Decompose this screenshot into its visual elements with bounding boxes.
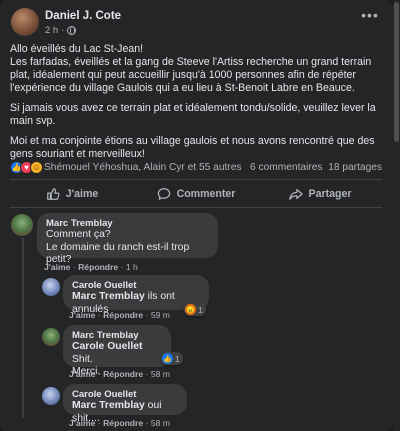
- comment-author[interactable]: Marc Tremblay: [46, 218, 209, 229]
- share-label: Partager: [308, 188, 352, 200]
- comment-actions: J'aime · Répondre · 1 h: [44, 262, 138, 272]
- scrollbar[interactable]: [393, 0, 400, 431]
- replier-avatar[interactable]: [42, 387, 60, 405]
- reply-actions: J'aime · Répondre · 58 m: [69, 369, 170, 379]
- post-paragraph: Allo éveillés du Lac St-Jean! Les farfad…: [10, 43, 372, 94]
- reply-time[interactable]: 58 m: [151, 369, 170, 379]
- post-card: Daniel J. Cote 2 h · ••• Allo éveillés d…: [0, 0, 393, 431]
- like-reaction-icon: 👍: [162, 353, 173, 364]
- mention-tag[interactable]: Marc Tremblay: [72, 291, 145, 302]
- scrollbar-thumb[interactable]: [394, 2, 399, 142]
- comment-share-counts: 6 commentaires 18 partages: [250, 162, 382, 173]
- mention-tag[interactable]: Carole Ouellet: [72, 341, 142, 352]
- reply-reply-link[interactable]: Répondre: [103, 418, 143, 428]
- reply-bubble: Carole Ouellet Marc Tremblay oui shit...…: [63, 384, 187, 424]
- reply-author[interactable]: Carole Ouellet: [72, 280, 200, 291]
- reply-reply-link[interactable]: Répondre: [103, 310, 143, 320]
- comment-time[interactable]: 1 h: [126, 262, 138, 272]
- reply-body: Shit.: [72, 353, 93, 365]
- angry-reaction-icon: 😠: [185, 304, 196, 315]
- reply-time[interactable]: 58 m: [151, 418, 170, 428]
- divider: [10, 179, 382, 180]
- thumbs-up-icon: [46, 188, 60, 200]
- comment-icon: [157, 188, 170, 200]
- post-meta: 2 h ·: [45, 25, 77, 36]
- reply-time[interactable]: 59 m: [151, 310, 170, 320]
- separator: ·: [97, 418, 101, 428]
- reaction-count: 1: [198, 304, 203, 315]
- post-paragraph: Moi et ma conjointe étions au village ga…: [10, 135, 375, 160]
- comment-reply-link[interactable]: Répondre: [78, 262, 118, 272]
- comment-bubble: Marc Tremblay Comment ça? Le domaine du …: [37, 213, 218, 265]
- reply-reaction-badge[interactable]: 😠 1: [184, 303, 206, 316]
- divider: [10, 207, 382, 208]
- separator: ·: [72, 262, 76, 272]
- comment-like-link[interactable]: J'aime: [44, 262, 70, 272]
- post-body: Allo éveillés du Lac St-Jean! Les farfad…: [10, 43, 386, 168]
- reply-actions: J'aime · Répondre · 58 m: [69, 418, 170, 428]
- care-reaction-icon: ☺: [30, 160, 43, 174]
- separator: ·: [97, 310, 101, 320]
- share-button[interactable]: Partager: [258, 181, 382, 207]
- reply-like-link[interactable]: J'aime: [69, 369, 95, 379]
- share-icon: [288, 189, 303, 200]
- mention-tag[interactable]: Marc Tremblay: [72, 400, 145, 411]
- reply-author[interactable]: Carole Ouellet: [72, 389, 178, 400]
- reply-reaction-badge[interactable]: 👍 1: [161, 352, 183, 365]
- reply-like-link[interactable]: J'aime: [69, 418, 95, 428]
- like-label: J'aime: [65, 188, 99, 200]
- reply-bubble: Marc Tremblay Carole Ouellet Shit. Merci…: [63, 325, 171, 377]
- replier-avatar[interactable]: [42, 278, 60, 296]
- comment-button[interactable]: Commenter: [134, 181, 258, 207]
- separator: ·: [145, 418, 149, 428]
- reply-like-link[interactable]: J'aime: [69, 310, 95, 320]
- reaction-count: 1: [175, 353, 180, 364]
- comments-count[interactable]: 6 commentaires: [250, 162, 322, 173]
- reaction-names[interactable]: Shémouel Yéhoshua, Alain Cyr et 55 autre…: [44, 162, 250, 173]
- separator: ·: [97, 369, 101, 379]
- like-button[interactable]: J'aime: [10, 181, 134, 207]
- comment-label: Commenter: [176, 188, 236, 200]
- reactions-summary: 👍 ♥ ☺ Shémouel Yéhoshua, Alain Cyr et 55…: [10, 160, 382, 174]
- reply-text: Carole Ouellet Shit.: [72, 341, 162, 366]
- author-avatar[interactable]: [11, 8, 39, 36]
- reply-reply-link[interactable]: Répondre: [103, 369, 143, 379]
- separator: ·: [145, 369, 149, 379]
- post-author[interactable]: Daniel J. Cote: [45, 10, 121, 22]
- shares-count[interactable]: 18 partages: [328, 162, 382, 173]
- reply-actions: J'aime · Répondre · 59 m: [69, 310, 170, 320]
- separator: ·: [120, 262, 124, 272]
- replier-avatar[interactable]: [42, 328, 60, 346]
- post-actions: J'aime Commenter Partager: [10, 181, 382, 207]
- ellipsis-icon[interactable]: •••: [359, 8, 381, 24]
- thread-line: [22, 238, 24, 418]
- reaction-icons[interactable]: 👍 ♥ ☺: [10, 160, 43, 174]
- post-paragraph: Si jamais vous avez ce terrain plat et i…: [10, 102, 376, 127]
- globe-icon: [67, 26, 77, 35]
- post-time[interactable]: 2 h: [45, 25, 58, 36]
- post-header: Daniel J. Cote 2 h · •••: [11, 8, 381, 38]
- reply-author[interactable]: Marc Tremblay: [72, 330, 162, 341]
- meta-separator: ·: [61, 25, 65, 36]
- commenter-avatar[interactable]: [11, 214, 33, 236]
- separator: ·: [145, 310, 149, 320]
- comment-line: Comment ça?: [46, 229, 111, 240]
